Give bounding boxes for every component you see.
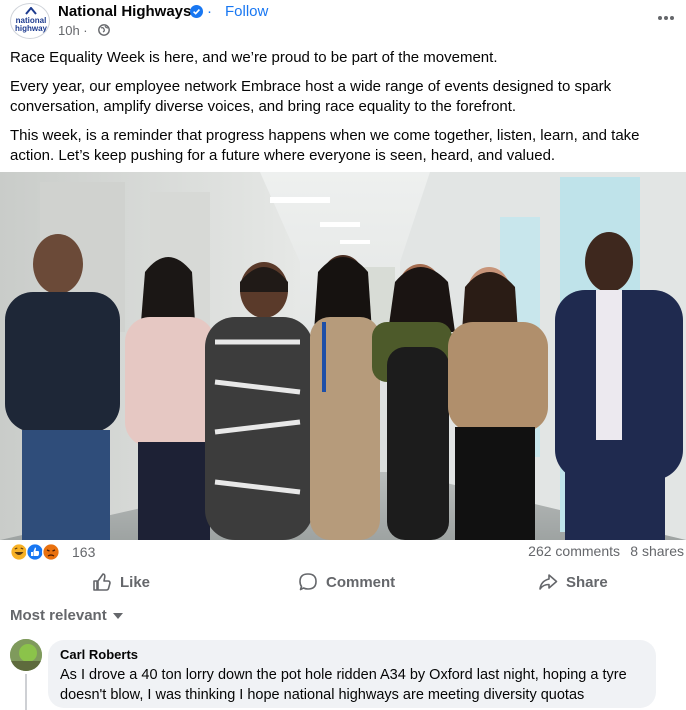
comments-sort-dropdown[interactable]: Most relevant <box>10 607 123 624</box>
post-actions: Like Comment Share <box>0 568 686 596</box>
comment-button[interactable]: Comment <box>298 568 395 596</box>
shares-count[interactable]: 8 shares <box>630 543 684 559</box>
chevron-down-icon <box>112 612 123 619</box>
share-arrow-icon <box>539 574 558 590</box>
commenter-avatar-image <box>10 639 42 671</box>
post-paragraph: Every year, our employee network Embrace… <box>10 78 612 115</box>
comment-thread-line <box>25 674 27 710</box>
national-highways-logo-icon <box>25 7 37 15</box>
comment-bubble: Carl Roberts As I drove a 40 ton lorry d… <box>48 640 656 708</box>
like-button[interactable]: Like <box>92 568 150 596</box>
comment-bubble-icon <box>299 573 317 591</box>
haha-icon <box>10 543 28 561</box>
angry-icon <box>42 543 60 561</box>
page-name[interactable]: National Highways <box>58 3 191 20</box>
post-photo[interactable] <box>0 172 686 540</box>
like-icon <box>26 543 44 561</box>
page-avatar[interactable]: national highways <box>10 3 50 39</box>
post-paragraph: This week, is a reminder that progress h… <box>10 127 640 164</box>
comment-author[interactable]: Carl Roberts <box>60 647 644 662</box>
post-text: Race Equality Week is here, and we’re pr… <box>10 48 682 175</box>
comment-text: As I drove a 40 ton lorry down the pot h… <box>60 667 627 703</box>
share-button[interactable]: Share <box>538 568 608 596</box>
audience-globe-icon <box>98 24 110 36</box>
verified-badge-icon <box>190 5 203 18</box>
thumbs-up-icon <box>93 573 111 591</box>
share-label: Share <box>566 573 608 591</box>
comment-label: Comment <box>326 573 396 591</box>
post-paragraph: Race Equality Week is here, and we’re pr… <box>10 49 498 66</box>
follow-button[interactable]: Follow <box>225 3 268 20</box>
like-label: Like <box>120 573 151 591</box>
commenter-avatar[interactable] <box>10 639 42 671</box>
group-photo-illustration <box>0 172 686 540</box>
reaction-count: 163 <box>72 544 96 560</box>
comments-sort-label: Most relevant <box>10 607 107 624</box>
reaction-icons <box>10 543 60 561</box>
separator-dot: · <box>207 3 212 20</box>
post-time[interactable]: 10h · <box>58 23 88 38</box>
post-header: national highways National Highways · Fo… <box>10 3 680 39</box>
avatar-logo-text: national highways <box>15 16 50 33</box>
more-options-icon[interactable] <box>658 7 678 20</box>
comments-count[interactable]: 262 comments <box>528 543 620 559</box>
